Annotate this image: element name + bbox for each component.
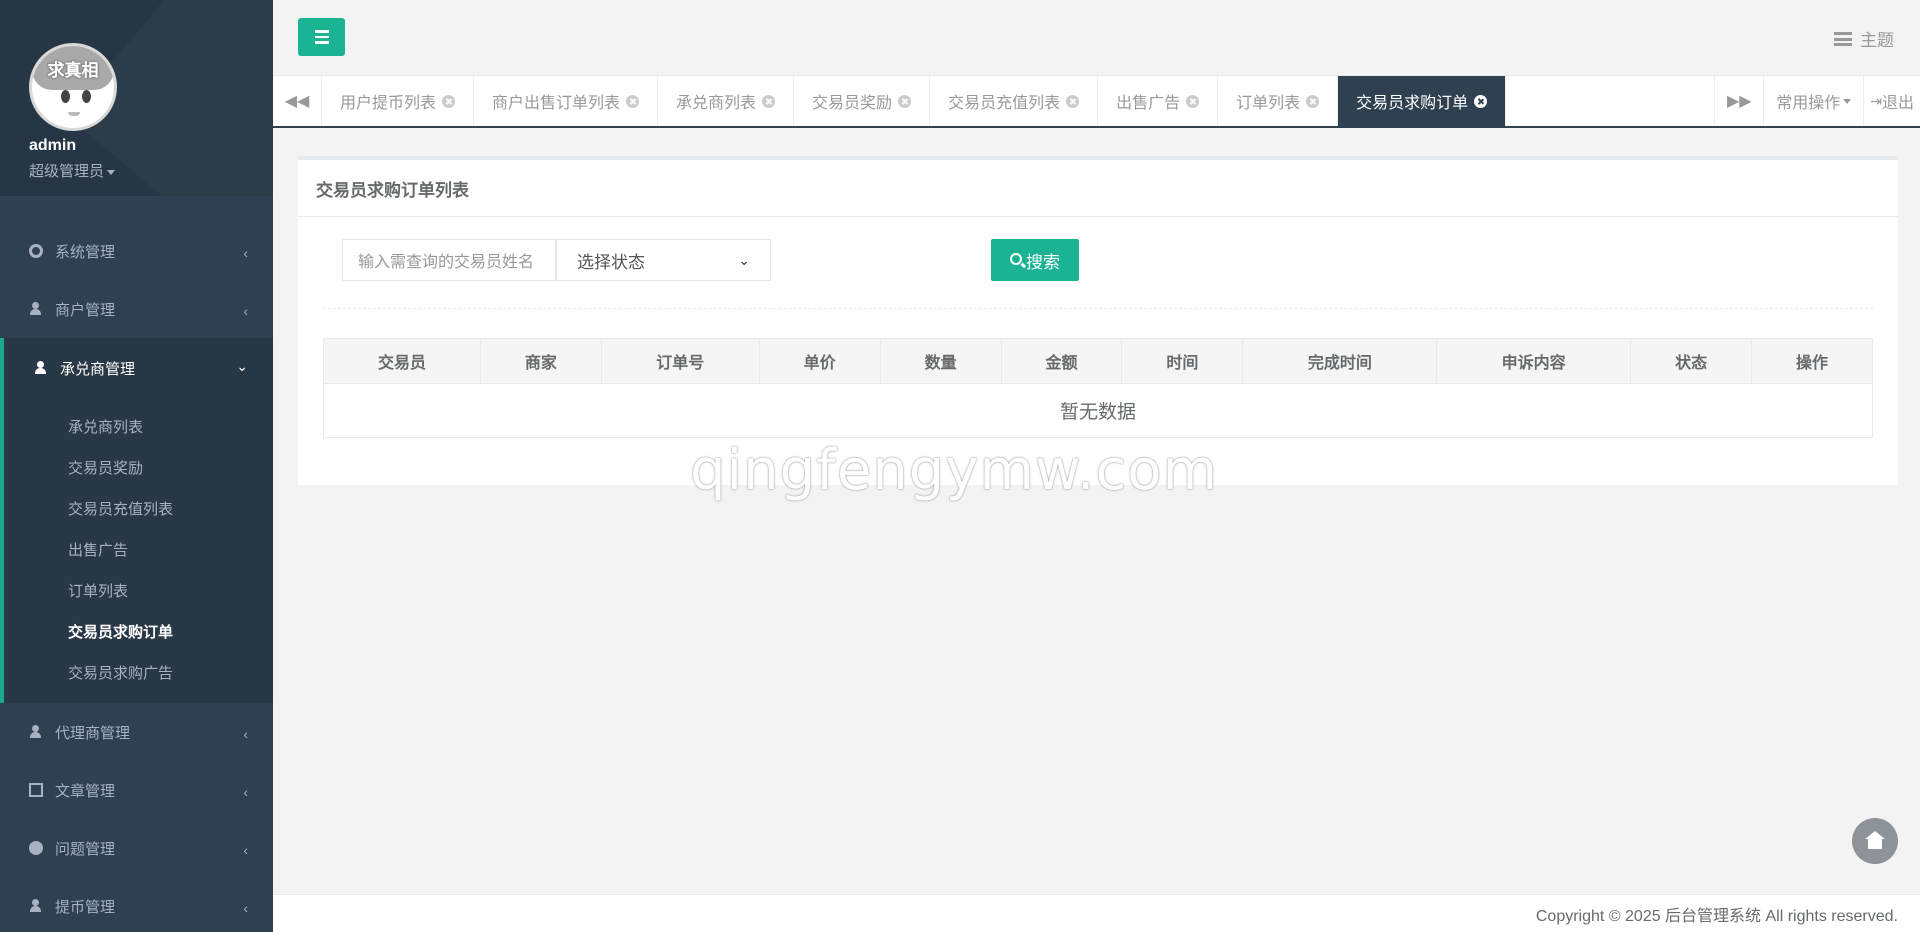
- backward-icon: ◀◀: [284, 93, 310, 110]
- submenu-item[interactable]: 交易员充值列表: [4, 488, 273, 529]
- page-tab[interactable]: 出售广告: [1098, 76, 1219, 126]
- close-icon[interactable]: [762, 94, 776, 108]
- close-icon[interactable]: [1474, 94, 1488, 108]
- chevron-left-icon: ‹: [243, 245, 248, 261]
- chevron-left-icon: ‹: [243, 726, 248, 742]
- tabs-bar: ◀◀ 用户提币列表 商户出售订单列表 承兑商列表 交易员奖励 交易员充值列表 出…: [273, 76, 1920, 128]
- home-icon: [1865, 830, 1885, 849]
- sidebar-item-article[interactable]: 文章管理 ‹: [0, 761, 273, 819]
- document-icon: [29, 783, 43, 797]
- submenu-item[interactable]: 交易员求购广告: [4, 652, 273, 693]
- top-bar: 主题: [273, 0, 1920, 76]
- empty-message: 暂无数据: [323, 383, 1873, 438]
- avatar[interactable]: 求真相: [29, 43, 117, 131]
- submenu-item[interactable]: 订单列表: [4, 570, 273, 611]
- common-ops-dropdown[interactable]: 常用操作: [1763, 76, 1863, 126]
- close-icon[interactable]: [1186, 94, 1200, 108]
- avatar-text: 求真相: [47, 61, 99, 80]
- menu-toggle-button[interactable]: [298, 18, 345, 56]
- column-header: 完成时间: [1242, 338, 1438, 384]
- sidebar: 求真相 admin 超级管理员 系统管理 ‹ 商户管理 ‹ 承兑商管理 ⌄ 承兑…: [0, 0, 273, 932]
- search-icon: [1010, 252, 1022, 265]
- page-tabs: 用户提币列表 商户出售订单列表 承兑商列表 交易员奖励 交易员充值列表 出售广告…: [322, 76, 1714, 126]
- profile-panel: 求真相 admin 超级管理员: [0, 0, 273, 196]
- gear-icon: [29, 244, 43, 258]
- submenu-item[interactable]: 交易员奖励: [4, 447, 273, 488]
- close-icon[interactable]: [442, 94, 456, 108]
- table-row: 暂无数据: [323, 383, 1873, 438]
- sidebar-item-question[interactable]: 问题管理 ‹: [0, 819, 273, 877]
- sidebar-item-system[interactable]: 系统管理 ‹: [0, 222, 273, 280]
- column-header: 订单号: [600, 338, 760, 384]
- page-title: 交易员求购订单列表: [298, 160, 1898, 217]
- column-header: 状态: [1630, 338, 1753, 384]
- column-header: 时间: [1121, 338, 1244, 384]
- chevron-left-icon: ‹: [243, 784, 248, 800]
- content-panel: 交易员求购订单列表 输入需查询的交易员姓名 选择状态 ⌄ 搜索 交易员 商家 订…: [298, 156, 1898, 485]
- user-icon: [29, 302, 43, 316]
- column-header: 操作: [1751, 338, 1873, 384]
- watermark: qingfengymw.com: [690, 438, 1219, 503]
- sidebar-item-merchant[interactable]: 商户管理 ‹: [0, 280, 273, 338]
- back-to-top-button[interactable]: [1852, 818, 1898, 864]
- page-tab[interactable]: 承兑商列表: [658, 76, 795, 126]
- forward-icon: ▶▶: [1726, 93, 1752, 110]
- status-select[interactable]: 选择状态 ⌄: [556, 239, 771, 281]
- submenu-item-active[interactable]: 交易员求购订单: [4, 611, 273, 652]
- search-button[interactable]: 搜索: [991, 239, 1079, 281]
- chevron-down-icon: ⌄: [738, 251, 750, 268]
- column-header: 金额: [1000, 338, 1123, 384]
- hamburger-icon: [314, 30, 329, 33]
- theme-icon: [1834, 31, 1852, 46]
- chevron-left-icon: ‹: [243, 842, 248, 858]
- close-icon[interactable]: [626, 94, 640, 108]
- close-icon[interactable]: [898, 94, 912, 108]
- user-icon: [29, 899, 43, 913]
- chevron-left-icon: ‹: [243, 900, 248, 916]
- filter-bar: 输入需查询的交易员姓名 选择状态 ⌄: [342, 239, 771, 281]
- chevron-down-icon: ⌄: [236, 358, 248, 374]
- close-icon[interactable]: [1306, 94, 1320, 108]
- sign-out-icon: ⇥: [1870, 92, 1882, 109]
- sidebar-submenu: 承兑商列表 交易员奖励 交易员充值列表 出售广告 订单列表 交易员求购订单 交易…: [0, 398, 273, 703]
- page-tab-active[interactable]: 交易员求购订单: [1338, 76, 1507, 126]
- tabs-scroll-left-button[interactable]: ◀◀: [273, 76, 322, 126]
- column-header: 交易员: [323, 338, 481, 384]
- column-header: 数量: [879, 338, 1002, 384]
- copyright-text: Copyright © 2025 后台管理系统 All rights reser…: [1535, 907, 1898, 925]
- role-dropdown[interactable]: 超级管理员: [29, 160, 116, 181]
- page-tab[interactable]: 商户出售订单列表: [474, 76, 659, 126]
- close-icon[interactable]: [1066, 94, 1080, 108]
- page-tab[interactable]: 订单列表: [1218, 76, 1339, 126]
- column-header: 申诉内容: [1436, 338, 1632, 384]
- page-tab[interactable]: 交易员充值列表: [930, 76, 1099, 126]
- sidebar-item-acceptor[interactable]: 承兑商管理 ⌄: [0, 338, 273, 398]
- page-tab[interactable]: 交易员奖励: [794, 76, 931, 126]
- column-header: 单价: [758, 338, 881, 384]
- caret-down-icon: [1843, 98, 1852, 104]
- username: admin: [29, 137, 77, 154]
- tab-operations: ▶▶ 常用操作 ⇥ 退出: [1714, 76, 1920, 126]
- tabs-scroll-right-button[interactable]: ▶▶: [1714, 76, 1763, 126]
- sidebar-item-withdraw[interactable]: 提币管理 ‹: [0, 877, 273, 932]
- chevron-left-icon: ‹: [243, 303, 248, 319]
- theme-button[interactable]: 主题: [1834, 26, 1894, 51]
- sidebar-menu: 系统管理 ‹ 商户管理 ‹ 承兑商管理 ⌄ 承兑商列表 交易员奖励 交易员充值列…: [0, 222, 273, 932]
- submenu-item[interactable]: 出售广告: [4, 529, 273, 570]
- page-tab[interactable]: 用户提币列表: [322, 76, 475, 126]
- table-header-row: 交易员 商家 订单号 单价 数量 金额 时间 完成时间 申诉内容 状态 操作: [323, 338, 1873, 384]
- user-icon: [29, 725, 43, 739]
- footer: Copyright © 2025 后台管理系统 All rights reser…: [273, 894, 1920, 932]
- submenu-item[interactable]: 承兑商列表: [4, 406, 273, 447]
- divider: [323, 308, 1873, 309]
- chat-icon: [29, 841, 43, 855]
- caret-down-icon: [107, 169, 116, 175]
- logout-button[interactable]: ⇥ 退出: [1863, 76, 1920, 126]
- user-icon: [34, 361, 48, 375]
- trader-search-input[interactable]: 输入需查询的交易员姓名: [342, 239, 556, 281]
- orders-table: 交易员 商家 订单号 单价 数量 金额 时间 完成时间 申诉内容 状态 操作 暂…: [323, 338, 1873, 438]
- sidebar-item-agent[interactable]: 代理商管理 ‹: [0, 703, 273, 761]
- column-header: 商家: [479, 338, 602, 384]
